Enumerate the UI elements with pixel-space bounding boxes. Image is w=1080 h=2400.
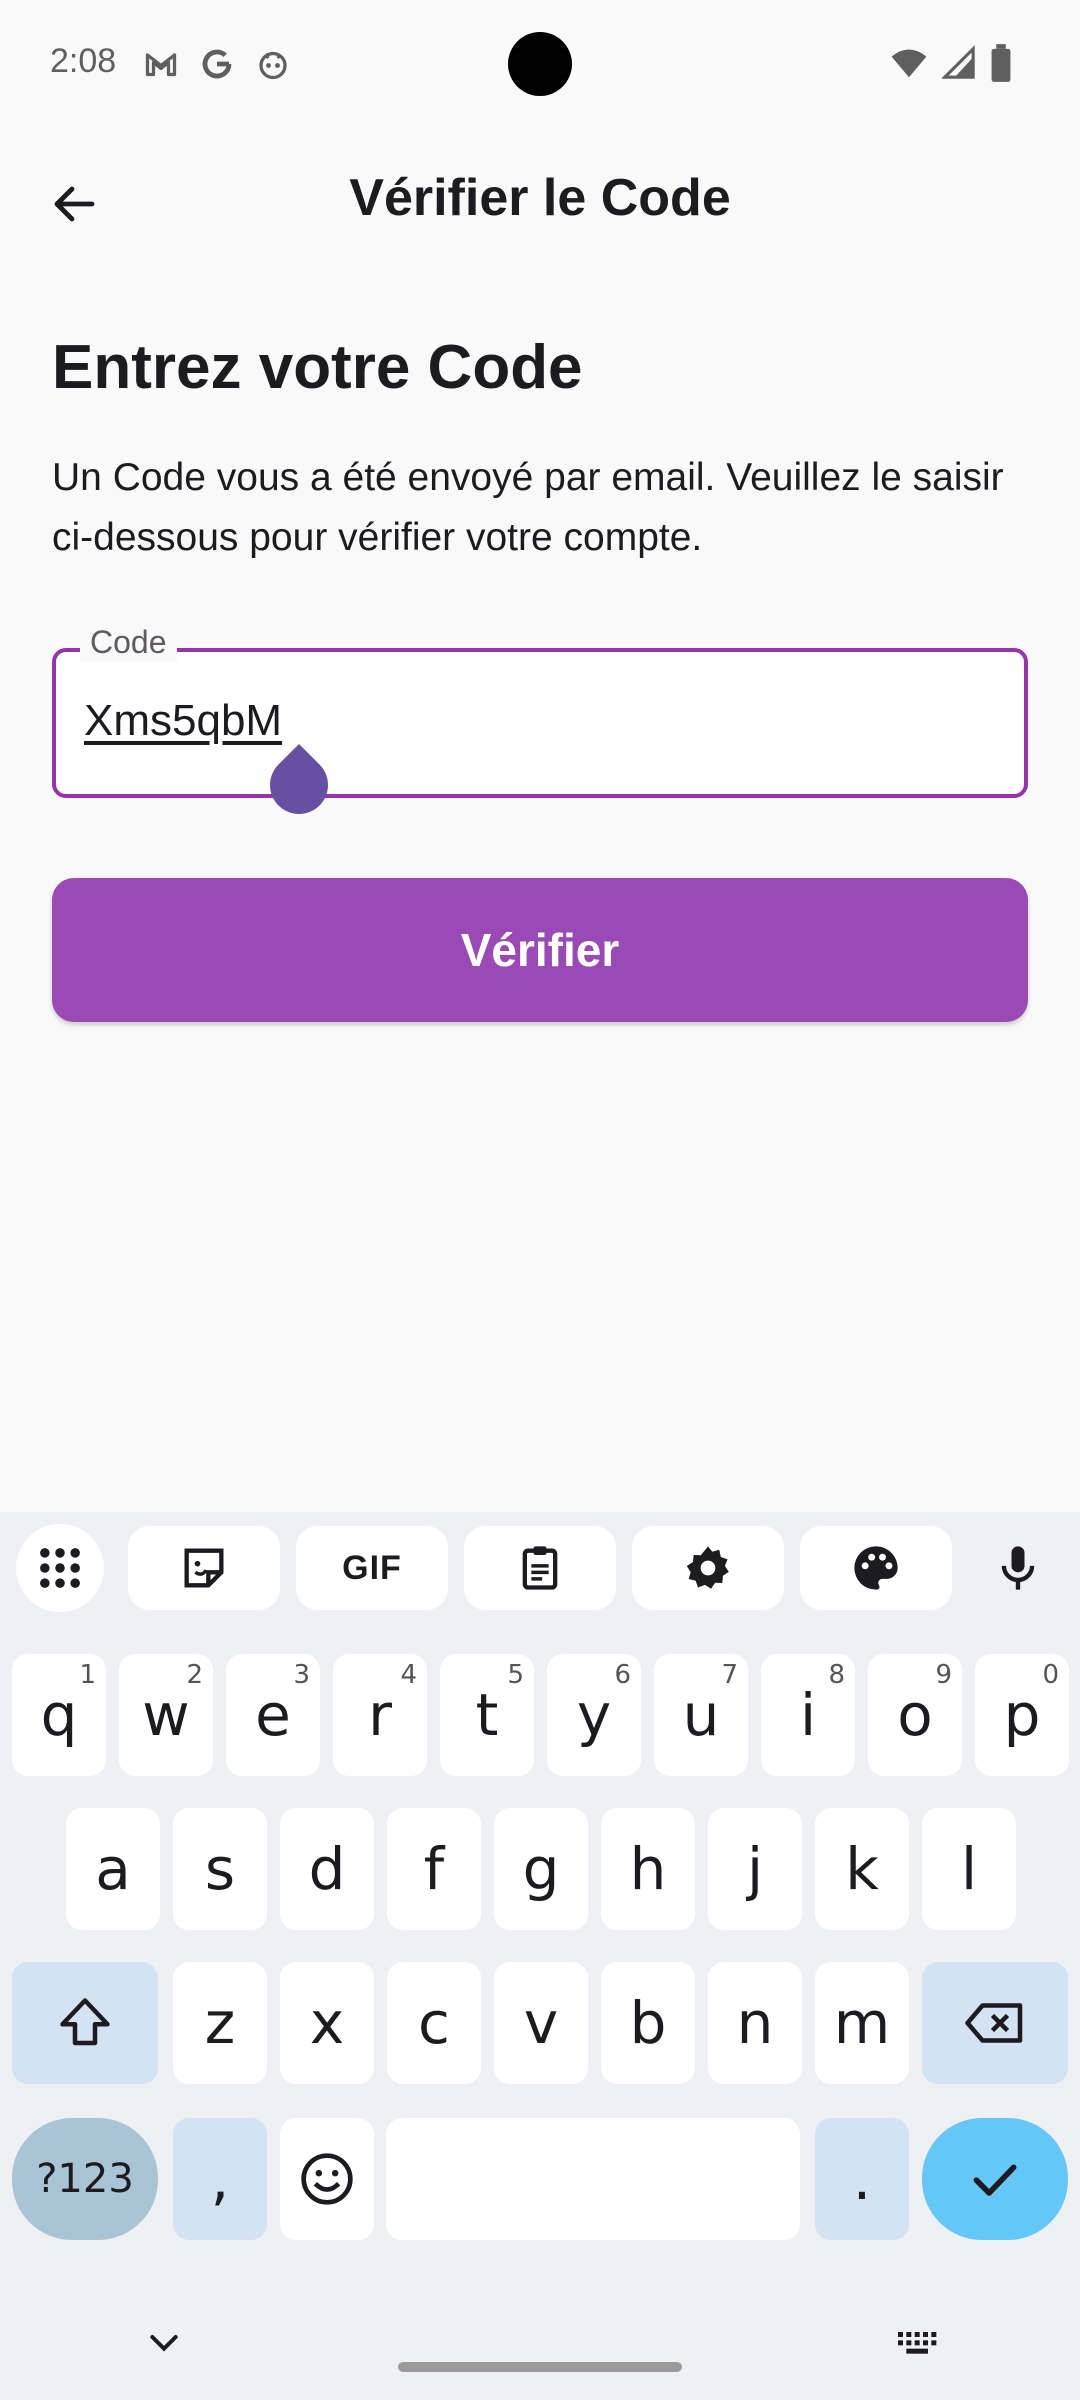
settings-icon xyxy=(686,1546,729,1589)
shift-icon xyxy=(60,1998,110,2046)
code-field-label: Code xyxy=(80,624,177,661)
backspace-icon xyxy=(965,2003,1023,2043)
key-period[interactable]: . xyxy=(815,2118,909,2240)
enter-key[interactable] xyxy=(922,2118,1068,2240)
key-s[interactable]: s xyxy=(173,1808,267,1930)
key-b[interactable]: b xyxy=(601,1962,695,2084)
camera-cutout xyxy=(508,32,572,96)
apps-grid-button[interactable] xyxy=(16,1524,104,1612)
code-input-value[interactable]: Xms5qbM xyxy=(84,696,282,746)
key-r[interactable]: r4 xyxy=(333,1654,427,1776)
gif-button[interactable]: GIF xyxy=(296,1526,448,1610)
key-l[interactable]: l xyxy=(922,1808,1016,1930)
key-u[interactable]: u7 xyxy=(654,1654,748,1776)
code-field[interactable]: Code Xms5qbM xyxy=(52,624,1028,827)
voice-input-button[interactable] xyxy=(976,1526,1060,1610)
key-m[interactable]: m xyxy=(815,1962,909,2084)
key-z[interactable]: z xyxy=(173,1962,267,2084)
instructions-text: Un Code vous a été envoyé par email. Veu… xyxy=(52,456,1004,559)
verify-button[interactable]: Vérifier xyxy=(52,878,1028,1022)
backspace-key[interactable] xyxy=(922,1962,1068,2084)
sticker-icon xyxy=(184,1548,224,1588)
key-d[interactable]: d xyxy=(280,1808,374,1930)
apps-grid-icon xyxy=(40,1548,80,1588)
app-bar: Vérifier le Code xyxy=(0,150,1080,250)
status-time: 2:08 xyxy=(50,42,117,80)
key-v[interactable]: v xyxy=(494,1962,588,2084)
page-title: Vérifier le Code xyxy=(349,169,731,227)
chevron-down-icon[interactable] xyxy=(144,2322,184,2362)
mic-icon xyxy=(1001,1546,1035,1590)
keyboard-nav-row xyxy=(0,2312,1080,2400)
checkmark-icon xyxy=(973,2164,1017,2196)
status-bar: 2:08 xyxy=(0,0,1080,130)
shift-key[interactable] xyxy=(12,1962,158,2084)
palette-icon xyxy=(854,1546,898,1590)
battery-icon xyxy=(991,44,1011,82)
key-t[interactable]: t5 xyxy=(440,1654,534,1776)
robot-icon xyxy=(259,51,287,80)
section-heading: Entrez votre Code xyxy=(52,333,583,402)
theme-button[interactable] xyxy=(800,1526,952,1610)
settings-button[interactable] xyxy=(632,1526,784,1610)
key-i[interactable]: i8 xyxy=(761,1654,855,1776)
key-f[interactable]: f xyxy=(387,1808,481,1930)
symbols-key[interactable]: ?123 xyxy=(12,2118,158,2240)
key-g[interactable]: g xyxy=(494,1808,588,1930)
key-k[interactable]: k xyxy=(815,1808,909,1930)
key-p[interactable]: p0 xyxy=(975,1654,1069,1776)
key-x[interactable]: x xyxy=(280,1962,374,2084)
keyboard-switch-icon[interactable] xyxy=(894,2322,942,2362)
text-cursor-handle[interactable] xyxy=(257,743,341,827)
emoji-icon xyxy=(301,2153,353,2205)
key-n[interactable]: n xyxy=(708,1962,802,2084)
key-w[interactable]: w2 xyxy=(119,1654,213,1776)
space-key[interactable] xyxy=(386,2118,800,2240)
clipboard-icon xyxy=(522,1546,558,1590)
sticker-button[interactable] xyxy=(128,1526,280,1610)
keyboard-toolbar: GIF xyxy=(0,1524,1080,1616)
emoji-key[interactable] xyxy=(280,2118,374,2240)
on-screen-keyboard: GIF q1 w2 e3 r4 t5 y6 u7 i8 o9 p0 a s d … xyxy=(0,1512,1080,2400)
key-y[interactable]: y6 xyxy=(547,1654,641,1776)
key-h[interactable]: h xyxy=(601,1808,695,1930)
key-e[interactable]: e3 xyxy=(226,1654,320,1776)
gmail-icon xyxy=(145,53,177,77)
wifi-icon xyxy=(891,49,927,78)
gesture-home-bar[interactable] xyxy=(398,2362,682,2372)
key-c[interactable]: c xyxy=(387,1962,481,2084)
signal-icon xyxy=(942,45,975,79)
key-q[interactable]: q1 xyxy=(12,1654,106,1776)
clipboard-button[interactable] xyxy=(464,1526,616,1610)
key-j[interactable]: j xyxy=(708,1808,802,1930)
google-icon xyxy=(202,49,232,79)
key-a[interactable]: a xyxy=(66,1808,160,1930)
key-o[interactable]: o9 xyxy=(868,1654,962,1776)
key-comma[interactable]: , xyxy=(173,2118,267,2240)
